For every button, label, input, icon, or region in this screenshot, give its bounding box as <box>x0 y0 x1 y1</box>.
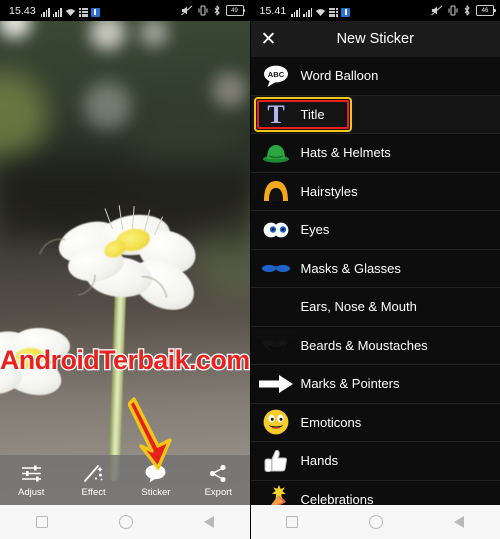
list-item-label: Hairstyles <box>300 183 358 199</box>
close-icon[interactable]: ✕ <box>251 21 287 57</box>
bluetooth-icon <box>214 5 220 16</box>
glasses-icon <box>251 249 301 287</box>
share-icon <box>208 463 228 484</box>
list-item-label: Eyes <box>300 222 330 238</box>
page-title: New Sticker <box>336 31 414 47</box>
sliders-icon <box>21 463 42 484</box>
list-item-label: Emoticons <box>300 414 362 430</box>
svg-text:ABC: ABC <box>267 70 284 79</box>
wifi-icon <box>65 8 75 16</box>
grid-icon <box>78 7 88 17</box>
list-item-label: Beards & Moustaches <box>300 337 428 353</box>
status-clock: 15.43 <box>9 4 36 17</box>
vibrate-icon <box>448 5 458 16</box>
toolbar-label-effect: Effect <box>81 486 106 498</box>
square-icon[interactable] <box>35 516 48 528</box>
down-arrow-annotation <box>127 396 184 477</box>
status-left-icon-group <box>291 5 351 17</box>
editor-toolbar: Adjust Effect Sticker Export <box>0 455 250 505</box>
grid-icon <box>329 7 339 17</box>
list-item-label: Masks & Glasses <box>300 260 401 276</box>
toolbar-item-effect[interactable]: Effect <box>62 455 124 505</box>
toolbar-item-export[interactable]: Export <box>187 455 249 505</box>
list-item-beards-moustaches[interactable]: Beards & Moustaches <box>250 326 500 365</box>
watermark-text: AndroidTerbaik.com <box>0 344 250 377</box>
status-bar-left: 15.43 49 <box>0 0 250 21</box>
list-item-title[interactable]: T Title <box>250 95 500 134</box>
sim-badge-icon <box>90 7 100 17</box>
bowler-hat-icon <box>251 134 301 172</box>
thumbs-up-icon <box>251 442 301 480</box>
word-balloon-icon: ABC <box>251 57 301 95</box>
list-item-marks-pointers[interactable]: Marks & Pointers <box>250 365 500 404</box>
arrow-pointer-icon <box>251 365 301 403</box>
toolbar-label-export: Export <box>204 486 233 498</box>
signal-bars-sim2-icon <box>303 7 313 17</box>
eyes-icon <box>251 211 301 249</box>
circle-icon[interactable] <box>369 515 384 529</box>
list-item-masks-glasses[interactable]: Masks & Glasses <box>250 249 500 288</box>
bluetooth-icon <box>464 5 470 16</box>
status-left-icon-group <box>40 5 100 17</box>
status-bar-right: 15.41 46 <box>250 0 500 21</box>
right-phone-screen: 15.41 46 ✕ New Sticker ABC Word Balloon … <box>249 0 500 539</box>
list-item-label: Marks & Pointers <box>300 376 400 392</box>
sticker-panel-header: ✕ New Sticker <box>250 21 500 57</box>
smiley-icon <box>251 403 301 441</box>
svg-text:T: T <box>267 100 284 128</box>
vibrate-icon <box>198 5 207 16</box>
list-item-label: Ears, Nose & Mouth <box>300 299 417 315</box>
battery-level-text: 46 <box>481 7 489 14</box>
mute-icon <box>431 5 443 16</box>
list-item-celebrations[interactable]: Celebrations <box>251 480 500 505</box>
hair-icon <box>251 172 301 210</box>
status-right-icon-group: 49 <box>180 5 245 16</box>
magic-wand-icon <box>83 463 104 484</box>
moustache-icon <box>251 326 301 364</box>
wifi-icon <box>316 8 326 16</box>
list-item-label: Title <box>300 106 325 122</box>
mute-icon <box>180 5 192 16</box>
battery-icon: 49 <box>225 5 245 16</box>
list-item-label: Celebrations <box>300 491 374 505</box>
triangle-icon[interactable] <box>203 516 214 528</box>
title-t-icon: T <box>251 95 301 133</box>
triangle-icon[interactable] <box>454 516 465 528</box>
android-nav-bar-right <box>250 505 500 539</box>
list-item-label: Hats & Helmets <box>300 145 391 161</box>
list-item-hands[interactable]: Hands <box>250 442 500 481</box>
sticker-category-list[interactable]: ABC Word Balloon T Title Hats & Helmets … <box>250 57 500 505</box>
list-item-hairstyles[interactable]: Hairstyles <box>250 172 500 211</box>
battery-level-text: 49 <box>231 7 238 14</box>
left-phone-screen: 15.43 49 AndroidTerbaik.com Adjust Effec… <box>0 0 250 539</box>
signal-bars-sim1-icon <box>40 7 50 17</box>
screenshot-root: 15.43 49 AndroidTerbaik.com Adjust Effec… <box>0 0 500 539</box>
list-item-emoticons[interactable]: Emoticons <box>250 403 500 442</box>
list-item-ears-nose-mouth[interactable]: Ears, Nose & Mouth <box>250 288 500 327</box>
signal-bars-sim2-icon <box>52 7 62 17</box>
list-item-hats-helmets[interactable]: Hats & Helmets <box>250 134 500 173</box>
photo-canvas[interactable] <box>0 21 250 505</box>
android-nav-bar-left <box>0 505 250 539</box>
circle-icon[interactable] <box>118 515 133 529</box>
square-icon[interactable] <box>286 516 299 528</box>
ears-nose-mouth-icon <box>251 288 301 326</box>
panel-divider <box>250 0 251 539</box>
party-popper-icon <box>251 480 301 505</box>
list-item-eyes[interactable]: Eyes <box>250 211 500 250</box>
toolbar-label-sticker: Sticker <box>141 486 171 498</box>
sim-badge-icon <box>341 7 351 17</box>
toolbar-item-adjust[interactable]: Adjust <box>0 455 62 505</box>
battery-icon: 46 <box>476 5 496 16</box>
status-right-icon-group: 46 <box>431 5 496 16</box>
list-item-label: Word Balloon <box>300 68 379 84</box>
list-item-word-balloon[interactable]: ABC Word Balloon <box>250 57 500 96</box>
status-clock: 15.41 <box>259 4 287 17</box>
signal-bars-sim1-icon <box>291 7 301 17</box>
list-item-label: Hands <box>300 453 339 469</box>
toolbar-label-adjust: Adjust <box>17 486 45 498</box>
